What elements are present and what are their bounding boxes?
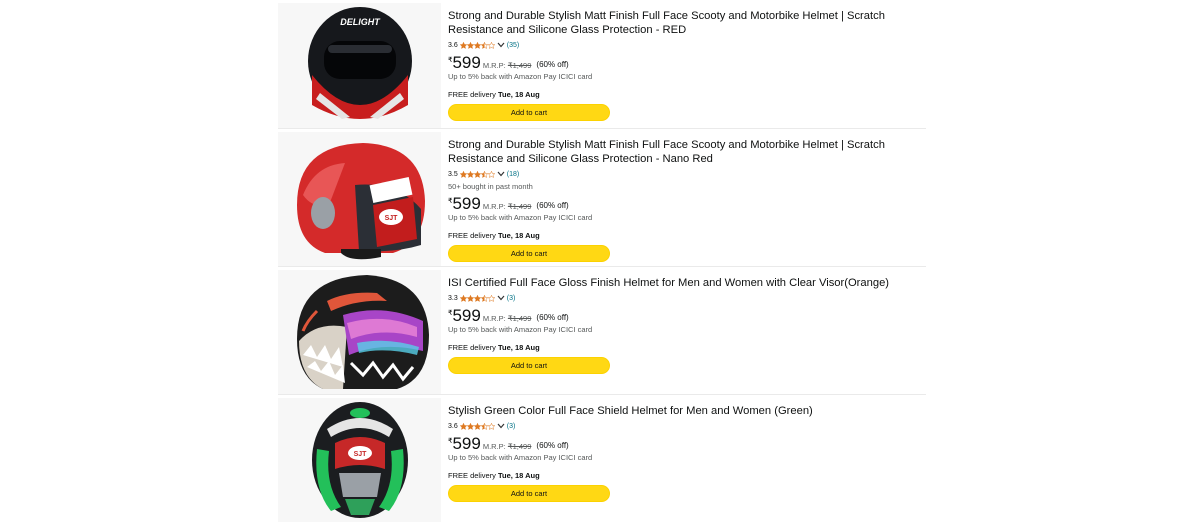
rating-row: 3.5 (18) — [448, 169, 923, 179]
review-count-link[interactable]: (35) — [507, 42, 519, 49]
helmet-green-black-icon: SJT — [311, 402, 408, 518]
delivery-date: Tue, 18 Aug — [498, 343, 540, 352]
product-title[interactable]: Strong and Durable Stylish Matt Finish F… — [448, 9, 923, 37]
star-icon — [480, 422, 488, 430]
mrp-value: ₹1,499 — [507, 61, 532, 70]
mrp: M.R.P: ₹1,499 — [482, 442, 532, 451]
star-icon — [487, 41, 495, 49]
chevron-down-icon[interactable] — [497, 42, 505, 48]
star-icon — [466, 41, 474, 49]
product-image[interactable] — [278, 270, 441, 394]
delivery-info: FREE delivery Tue, 18 Aug — [448, 231, 540, 240]
price: 599 — [452, 434, 481, 453]
delivery-date: Tue, 18 Aug — [498, 231, 540, 240]
product-card: SJT Stylish Green Color Full Face Shield… — [278, 398, 926, 522]
discount-badge: (60% off) — [536, 441, 569, 450]
rating-row: 3.6 (3) — [448, 421, 923, 431]
mrp-value: ₹1,499 — [507, 442, 532, 451]
mrp: M.R.P: ₹1,499 — [482, 202, 532, 211]
product-title[interactable]: Strong and Durable Stylish Matt Finish F… — [448, 138, 923, 166]
price-row: ₹ 599 M.R.P: ₹1,499 (60% off) — [448, 307, 923, 324]
mrp-value: ₹1,499 — [507, 202, 532, 211]
star-icon — [459, 294, 467, 302]
star-icon — [473, 422, 481, 430]
review-count-link[interactable]: (3) — [507, 423, 516, 430]
star-icon — [466, 422, 474, 430]
star-icon — [480, 170, 488, 178]
bought-recently-text: 50+ bought in past month — [448, 182, 533, 191]
svg-text:DELIGHT: DELIGHT — [340, 17, 381, 27]
product-image[interactable]: DELIGHT — [278, 3, 441, 128]
add-to-cart-button[interactable]: Add to cart — [448, 104, 610, 121]
add-to-cart-button[interactable]: Add to cart — [448, 485, 610, 502]
delivery-info: FREE delivery Tue, 18 Aug — [448, 343, 540, 352]
product-card: SJT Strong and Durable Stylish Matt Fini… — [278, 132, 926, 267]
price-row: ₹ 599 M.R.P: ₹1,499 (60% off) — [448, 54, 923, 71]
review-count-link[interactable]: (3) — [507, 295, 516, 302]
product-image[interactable]: SJT — [278, 398, 441, 522]
mrp: M.R.P: ₹1,499 — [482, 61, 532, 70]
star-icon — [487, 170, 495, 178]
delivery-date: Tue, 18 Aug — [498, 90, 540, 99]
cashback-offer: Up to 5% back with Amazon Pay ICICI card — [448, 213, 593, 222]
price: 599 — [452, 306, 481, 325]
chevron-down-icon[interactable] — [497, 171, 505, 177]
rating-value: 3.6 — [448, 41, 458, 49]
mrp: M.R.P: ₹1,499 — [482, 314, 532, 323]
rating-value: 3.3 — [448, 294, 458, 302]
star-icon — [480, 41, 488, 49]
star-rating-icon[interactable] — [459, 170, 495, 178]
price: 599 — [452, 53, 481, 72]
star-rating-icon[interactable] — [459, 41, 495, 49]
star-icon — [473, 294, 481, 302]
add-to-cart-button[interactable]: Add to cart — [448, 245, 610, 262]
star-icon — [487, 294, 495, 302]
star-icon — [466, 170, 474, 178]
mrp-value: ₹1,499 — [507, 314, 532, 323]
star-icon — [480, 294, 488, 302]
rating-value: 3.6 — [448, 422, 458, 430]
helmet-red-black-icon: DELIGHT — [307, 6, 412, 119]
discount-badge: (60% off) — [536, 201, 569, 210]
star-icon — [473, 170, 481, 178]
svg-text:SJT: SJT — [353, 451, 367, 458]
delivery-info: FREE delivery Tue, 18 Aug — [448, 90, 540, 99]
delivery-info: FREE delivery Tue, 18 Aug — [448, 471, 540, 480]
star-rating-icon[interactable] — [459, 422, 495, 430]
product-card: ISI Certified Full Face Gloss Finish Hel… — [278, 270, 926, 395]
cashback-offer: Up to 5% back with Amazon Pay ICICI card — [448, 72, 593, 81]
star-icon — [459, 170, 467, 178]
price: 599 — [452, 194, 481, 213]
star-icon — [459, 41, 467, 49]
star-icon — [466, 294, 474, 302]
cashback-offer: Up to 5% back with Amazon Pay ICICI card — [448, 325, 593, 334]
rating-row: 3.6 (35) — [448, 40, 923, 50]
product-title[interactable]: Stylish Green Color Full Face Shield Hel… — [448, 404, 923, 418]
chevron-down-icon[interactable] — [497, 295, 505, 301]
svg-text:SJT: SJT — [384, 215, 398, 222]
star-icon — [459, 422, 467, 430]
product-card: DELIGHT Strong and Durable Stylish Matt … — [278, 3, 926, 129]
discount-badge: (60% off) — [536, 313, 569, 322]
price-row: ₹ 599 M.R.P: ₹1,499 (60% off) — [448, 435, 923, 452]
discount-badge: (60% off) — [536, 60, 569, 69]
product-title[interactable]: ISI Certified Full Face Gloss Finish Hel… — [448, 276, 923, 290]
delivery-date: Tue, 18 Aug — [498, 471, 540, 480]
star-icon — [487, 422, 495, 430]
review-count-link[interactable]: (18) — [507, 171, 519, 178]
rating-value: 3.5 — [448, 170, 458, 178]
product-image[interactable]: SJT — [278, 132, 441, 266]
helmet-open-face-red-icon: SJT — [296, 143, 425, 260]
chevron-down-icon[interactable] — [497, 423, 505, 429]
price-row: ₹ 599 M.R.P: ₹1,499 (60% off) — [448, 195, 923, 212]
cashback-offer: Up to 5% back with Amazon Pay ICICI card — [448, 453, 593, 462]
rating-row: 3.3 (3) — [448, 293, 923, 303]
star-rating-icon[interactable] — [459, 294, 495, 302]
star-icon — [473, 41, 481, 49]
helmet-shark-graphic-icon — [296, 275, 429, 389]
add-to-cart-button[interactable]: Add to cart — [448, 357, 610, 374]
